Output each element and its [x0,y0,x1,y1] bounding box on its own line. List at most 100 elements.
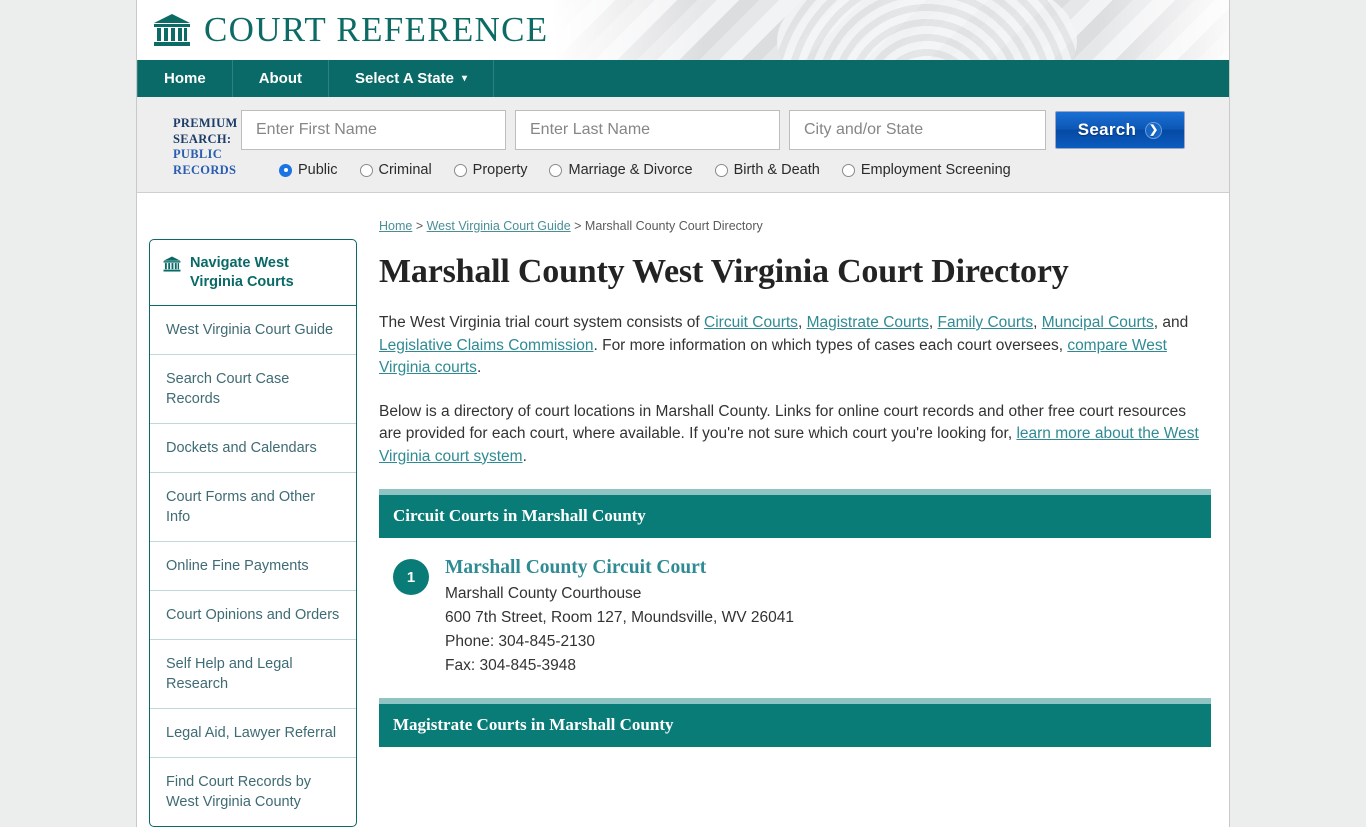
radio-employment-screening-indicator[interactable] [841,163,855,177]
breadcrumb-home-link[interactable]: Home [379,219,412,233]
page-title: Marshall County West Virginia Court Dire… [379,253,1069,290]
p1-text-5: , and [1153,314,1189,331]
radio-option-employment-screening[interactable]: Employment Screening [841,162,1011,178]
first-name-input[interactable] [241,110,506,150]
radio-option-public[interactable]: Public [279,162,338,178]
premium-search-label: PREMIUM SEARCH: PUBLIC RECORDS [137,110,241,178]
court-listing-item: 1 Marshall County Circuit Court Marshall… [379,538,1211,690]
radio-public-indicator[interactable] [279,163,292,177]
sidebar-item-self-help[interactable]: Self Help and Legal Research [150,640,356,709]
link-magistrate-courts[interactable]: Magistrate Courts [807,314,929,331]
sidebar-item-label: Search Court Case Records [166,371,290,407]
chevron-right-icon: ❯ [1145,121,1163,139]
radio-public-label: Public [298,162,338,178]
p1-text-1: The West Virginia trial court system con… [379,314,705,331]
radio-birth-death-indicator[interactable] [714,163,728,177]
sidebar-item-label: Online Fine Payments [166,558,309,574]
premium-search-fields: Search ❯ Public Criminal Property [241,110,1229,178]
nav-item-select-a-state[interactable]: Select A State ▾ [329,60,494,97]
nav-item-home[interactable]: Home [137,60,233,97]
courthouse-icon [163,256,181,272]
intro-paragraph-1: The West Virginia trial court system con… [379,312,1211,380]
search-button-label: Search [1077,120,1137,139]
p1-text-7: . [476,359,482,376]
p2-text-2: . [522,447,527,465]
sidebar-item-label: Self Help and Legal Research [166,656,293,692]
main-navigation: Home About Select A State ▾ [137,60,1229,97]
breadcrumb-separator-2: > [570,219,585,233]
brand-title: COURT REFERENCE [204,10,549,49]
sidebar-item-label: Dockets and Calendars [166,440,317,456]
section-header-circuit-courts: Circuit Courts in Marshall County [379,489,1211,538]
radio-option-marriage-divorce[interactable]: Marriage & Divorce [549,162,693,178]
site-masthead: COURT REFERENCE [137,0,1229,60]
nav-item-about[interactable]: About [233,60,330,97]
radio-criminal-indicator[interactable] [359,163,373,177]
radio-property-indicator[interactable] [453,163,467,177]
radio-property-label: Property [472,162,528,178]
sidebar-item-label: Find Court Records by West Virginia Coun… [166,774,312,810]
sidebar-header-label: Navigate West Virginia Courts [190,255,294,290]
sidebar-nav-box: Navigate West Virginia Courts West Virgi… [149,239,357,827]
radio-employment-screening-label: Employment Screening [860,162,1011,178]
city-state-input[interactable] [789,110,1046,150]
last-name-input[interactable] [515,110,780,150]
breadcrumb: Home > West Virginia Court Guide > Marsh… [379,219,1211,233]
sidebar-item-label: West Virginia Court Guide [166,322,334,338]
court-phone: Phone: 304-845-2130 [445,633,595,650]
premium-search-label-line2: SEARCH: [173,131,232,146]
sidebar-item-legal-aid[interactable]: Legal Aid, Lawyer Referral [150,709,356,758]
sidebar-item-online-fine-payments[interactable]: Online Fine Payments [150,542,356,591]
link-municipal-courts[interactable]: Muncipal Courts [1042,314,1154,331]
sidebar-item-court-guide[interactable]: West Virginia Court Guide [150,306,356,355]
premium-search-label-line4: RECORDS [173,162,237,177]
breadcrumb-separator-1: > [412,219,427,233]
chevron-down-icon: ▾ [461,73,467,84]
sidebar-item-dockets-calendars[interactable]: Dockets and Calendars [150,424,356,473]
sidebar: Navigate West Virginia Courts West Virgi… [149,215,357,827]
court-name-link[interactable]: Marshall County Circuit Court [445,557,794,579]
nav-item-home-label: Home [164,70,206,87]
premium-search-bar: PREMIUM SEARCH: PUBLIC RECORDS Search ❯ … [137,97,1229,193]
p1-text-6: . For more information on which types of… [593,336,1068,354]
main-column: Home > West Virginia Court Guide > Marsh… [357,215,1211,827]
premium-search-input-row: Search ❯ [241,110,1229,150]
radio-birth-death-label: Birth & Death [733,162,820,178]
intro-paragraph-2: Below is a directory of court locations … [379,401,1211,469]
court-building: Marshall County Courthouse [445,585,642,602]
radio-option-property[interactable]: Property [453,162,528,178]
p1-text-2: , [797,314,807,331]
premium-search-label-line3: PUBLIC [173,147,223,161]
sidebar-header: Navigate West Virginia Courts [150,240,356,306]
radio-criminal-label: Criminal [378,162,432,178]
court-fax: Fax: 304-845-3948 [445,657,576,674]
court-details: Marshall County Circuit Court Marshall C… [445,557,794,678]
site-logo[interactable]: COURT REFERENCE [153,0,548,60]
p1-text-4: , [1033,314,1042,331]
page-container: COURT REFERENCE Home About Select A Stat… [136,0,1230,827]
radio-marriage-divorce-indicator[interactable] [549,163,563,177]
nav-item-select-a-state-label: Select A State [355,70,454,87]
link-circuit-courts[interactable]: Circuit Courts [704,314,798,331]
courthouse-icon [154,14,190,46]
link-family-courts[interactable]: Family Courts [938,314,1034,331]
breadcrumb-guide-link[interactable]: West Virginia Court Guide [427,219,571,233]
radio-option-criminal[interactable]: Criminal [359,162,432,178]
nav-item-about-label: About [258,70,303,87]
breadcrumb-current: Marshall County Court Directory [584,219,763,233]
premium-search-label-line1: PREMIUM [173,116,238,130]
sidebar-item-court-forms[interactable]: Court Forms and Other Info [150,473,356,542]
sidebar-item-search-case-records[interactable]: Search Court Case Records [150,355,356,424]
radio-option-birth-death[interactable]: Birth & Death [714,162,820,178]
p1-text-3: , [928,314,938,331]
search-button[interactable]: Search ❯ [1055,111,1185,149]
link-legislative-claims-commission[interactable]: Legislative Claims Commission [379,337,593,354]
sidebar-item-court-opinions[interactable]: Court Opinions and Orders [150,591,356,640]
sidebar-item-find-records-by-county[interactable]: Find Court Records by West Virginia Coun… [150,758,356,826]
sidebar-item-label: Court Forms and Other Info [166,489,316,525]
sidebar-item-label: Court Opinions and Orders [166,607,340,623]
radio-marriage-divorce-label: Marriage & Divorce [568,162,693,178]
section-header-magistrate-courts: Magistrate Courts in Marshall County [379,698,1211,747]
court-address: 600 7th Street, Room 127, Moundsville, W… [445,609,794,626]
content-area: Navigate West Virginia Courts West Virgi… [137,193,1229,827]
